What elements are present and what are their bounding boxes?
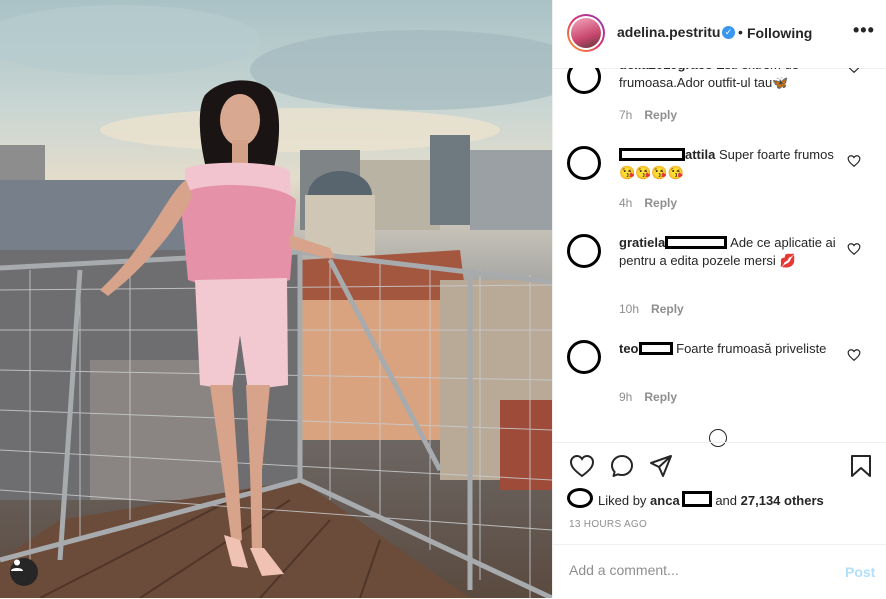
comment-avatar[interactable]: [567, 234, 601, 268]
like-heart-icon[interactable]: [569, 454, 595, 478]
comment-meta: 9h Reply: [619, 390, 677, 404]
comment-body: gratiela Ade ce aplicatie ai pentru a ed…: [619, 234, 849, 270]
instagram-post-view: adelina.pestritu ✓ • Following ••• della…: [0, 0, 886, 598]
comment-avatar[interactable]: [567, 146, 601, 180]
liker-username[interactable]: anca: [650, 493, 680, 508]
likes-joiner: and: [715, 493, 738, 508]
add-comment-bar: Post: [553, 544, 886, 599]
reply-button[interactable]: Reply: [651, 302, 684, 316]
add-comment-input[interactable]: [569, 562, 819, 578]
comment-body: teo Foarte frumoasă priveliste: [619, 340, 849, 358]
reply-button[interactable]: Reply: [644, 390, 677, 404]
likes-text: Liked by anca and 27,134 others: [598, 491, 824, 508]
comment-emoji: 😘😘😘😘: [619, 165, 684, 180]
comment-meta: 10h Reply: [619, 302, 684, 316]
author-username[interactable]: adelina.pestritu: [617, 24, 720, 40]
comments-list[interactable]: della2019grace Esti extrem de frumoasa.A…: [553, 68, 886, 442]
comment-meta: 4h Reply: [619, 196, 677, 210]
post-timestamp[interactable]: 13 HOURS AGO: [569, 519, 647, 530]
comment-username[interactable]: attila: [685, 147, 715, 162]
comment-body: della2019grace Esti extrem de frumoasa.A…: [619, 68, 849, 92]
actions-divider: [553, 442, 886, 443]
redacted-name: [619, 148, 685, 161]
post-actions: [553, 444, 886, 490]
photo-illustration: [0, 5, 552, 598]
save-bookmark-icon[interactable]: [850, 454, 872, 478]
like-comment-icon[interactable]: [847, 242, 861, 256]
comment-avatar[interactable]: [567, 68, 601, 94]
share-direct-icon[interactable]: [649, 454, 673, 478]
comment-time: 7h: [619, 108, 633, 122]
comment-text: Super foarte frumos: [718, 147, 834, 162]
post-sidebar: adelina.pestritu ✓ • Following ••• della…: [552, 0, 886, 598]
comment-time: 10h: [619, 302, 640, 316]
likes-prefix: Liked by: [598, 493, 647, 508]
comment-emoji: 🦋: [772, 75, 789, 90]
liker-avatar[interactable]: [567, 488, 593, 508]
like-comment-icon[interactable]: [847, 154, 861, 168]
likes-count[interactable]: 27,134 others: [741, 493, 824, 508]
post-photo[interactable]: [0, 0, 552, 598]
post-comment-button[interactable]: Post: [845, 564, 875, 580]
comment-username[interactable]: teo: [619, 341, 639, 356]
like-comment-icon[interactable]: [847, 68, 861, 74]
more-options-icon[interactable]: •••: [853, 20, 875, 41]
tagged-user-icon[interactable]: [10, 558, 38, 586]
like-comment-icon[interactable]: [847, 348, 861, 362]
comment-emoji: 💋: [779, 253, 796, 268]
redacted-name: [681, 491, 712, 507]
comment-avatar[interactable]: [567, 340, 601, 374]
comment-username[interactable]: della2019grace: [619, 68, 712, 72]
comment-text: Foarte frumoasă priveliste: [676, 341, 827, 356]
header-separator: •: [738, 24, 743, 40]
comment-time: 4h: [619, 196, 633, 210]
comment-time: 9h: [619, 390, 633, 404]
reply-button[interactable]: Reply: [644, 108, 677, 122]
verified-badge-icon: ✓: [722, 26, 735, 39]
person-icon: [11, 559, 23, 571]
comment-bubble-icon[interactable]: [610, 454, 634, 478]
comment-username[interactable]: gratiela: [619, 235, 665, 250]
following-button[interactable]: Following: [747, 25, 812, 41]
reply-button[interactable]: Reply: [644, 196, 677, 210]
comment-meta: 7h Reply: [619, 108, 677, 122]
comment-body: attila Super foarte frumos 😘😘😘😘: [619, 146, 849, 182]
author-avatar[interactable]: [567, 14, 605, 52]
post-header: adelina.pestritu ✓ • Following •••: [553, 0, 886, 69]
redacted-name: [638, 342, 673, 355]
redacted-name: [665, 236, 728, 249]
